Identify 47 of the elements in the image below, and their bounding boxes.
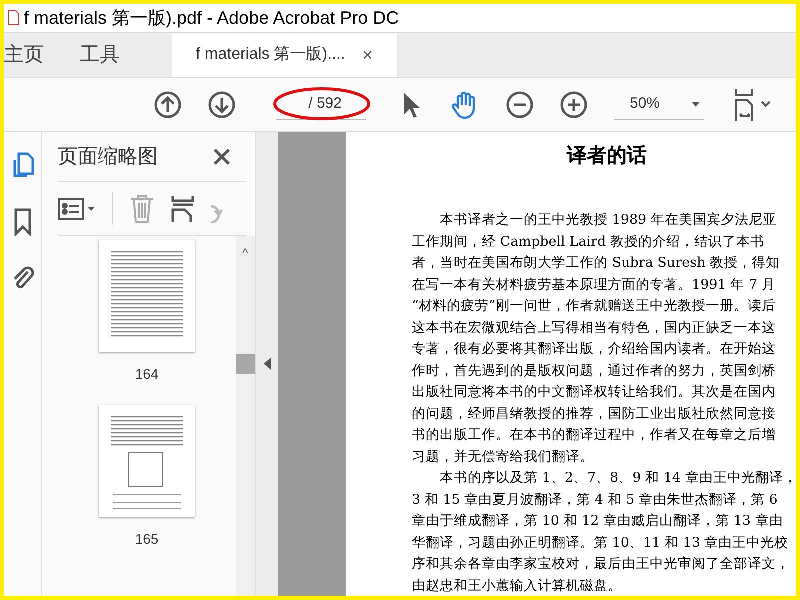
document-line: 作时，首先遇到的是版权问题，通过作者的努力，英国剑桥 bbox=[412, 362, 776, 380]
document-line: 专著，很有必要将其翻译出版，介绍给国内读者。在开始这 bbox=[412, 340, 776, 359]
document-line: 华翻译，习题由孙正明翻译。第 10、11 和 13 章由王中光校 bbox=[412, 534, 789, 552]
document-line: 本书译者之一的王中光教授 1989 年在美国宾夕法尼亚 bbox=[440, 211, 777, 230]
page-count: / 592 bbox=[308, 94, 343, 114]
document-line: 书的出版工作。在本书的翻译过程中，作者又在每章之后增 bbox=[412, 426, 776, 445]
caret-icon bbox=[692, 102, 700, 106]
panel-title: 页面缩略图 bbox=[58, 144, 158, 170]
document-line: 工作期间，经 Campbell Laird 教授的介绍，结识了本书 bbox=[412, 232, 764, 252]
pdf-file-icon bbox=[8, 10, 20, 26]
zoom-out-icon[interactable] bbox=[506, 90, 534, 118]
page-thumbnail-drawing[interactable] bbox=[99, 405, 195, 517]
fit-page-icon[interactable] bbox=[732, 88, 772, 122]
pointer-arrow-icon[interactable] bbox=[402, 90, 420, 118]
close-tab-button[interactable]: × bbox=[362, 42, 373, 68]
collapse-panel-icon[interactable] bbox=[264, 358, 270, 370]
document-line: 的问题，经师昌绪教授的推荐，国防工业出版社欣然同意接 bbox=[412, 404, 776, 424]
page-number: 165 bbox=[135, 530, 159, 549]
document-line: 在写一本有关材料疲劳基本原理方面的专著。1991 年 7 月 bbox=[412, 276, 776, 294]
zoom-in-icon[interactable] bbox=[560, 90, 588, 118]
page-heading: 译者的话 bbox=[567, 142, 648, 169]
window-title: f materials 第一版).pdf - Adobe Acrobat Pro DC bbox=[24, 6, 400, 30]
tab[interactable]: f materials 第一版).... × bbox=[172, 33, 397, 77]
arrow-up-circle-icon[interactable] bbox=[154, 90, 182, 118]
bookmark-icon[interactable] bbox=[14, 208, 32, 236]
document-line: 者，当时在美国布朗大学工作的 Subra Suresh 教授，得知 bbox=[412, 254, 780, 273]
document-line: 章由于维成翻译，第 10 和 12 章由臧启山翻译，第 13 章由 bbox=[412, 512, 784, 531]
document-line: 3 和 15 章由夏月波翻译，第 4 和 5 章由朱世杰翻译，第 6 bbox=[412, 490, 778, 510]
document-line: 习题，并无偿寄给我们翻译。 bbox=[412, 448, 594, 466]
page-number: 164 bbox=[135, 365, 159, 384]
document-line: 这本书在宏微观结合上写得相当有特色，国内正缺乏一本这 bbox=[412, 318, 776, 338]
page-thumbnail-drawing[interactable] bbox=[99, 240, 195, 352]
thumbnail-options-icon[interactable] bbox=[58, 198, 96, 220]
arrow-down-circle-icon[interactable] bbox=[208, 90, 236, 118]
scroll-up-button[interactable]: ^ bbox=[242, 244, 248, 262]
document-line: 由赵忠和王小蕙输入计算机磁盘。 bbox=[412, 576, 622, 596]
scrollbar[interactable]: ^ bbox=[236, 236, 255, 596]
document-line: 序和其余各章由李家宝校对，最后由王中光审阅了全部译文， bbox=[412, 555, 790, 574]
tab[interactable]: 主页 bbox=[4, 33, 44, 77]
close-icon[interactable] bbox=[213, 148, 231, 166]
page-insert-icon[interactable] bbox=[171, 194, 195, 222]
document-line: 出版社同意将本书的中文翻译权转让给我们。其次是在国内 bbox=[412, 383, 776, 402]
zoom-dropdown[interactable]: 50% bbox=[614, 90, 704, 120]
document-line: 本书的序以及第 1、2、7、8、9 和 14 章由王中光翻译， bbox=[440, 469, 796, 488]
document-line: “材料的疲劳”刚一问世，作者就赠送王中光教授一册。读后 bbox=[412, 297, 776, 316]
scroll-thumb[interactable] bbox=[236, 354, 255, 374]
tab[interactable]: 工具 bbox=[80, 33, 120, 77]
